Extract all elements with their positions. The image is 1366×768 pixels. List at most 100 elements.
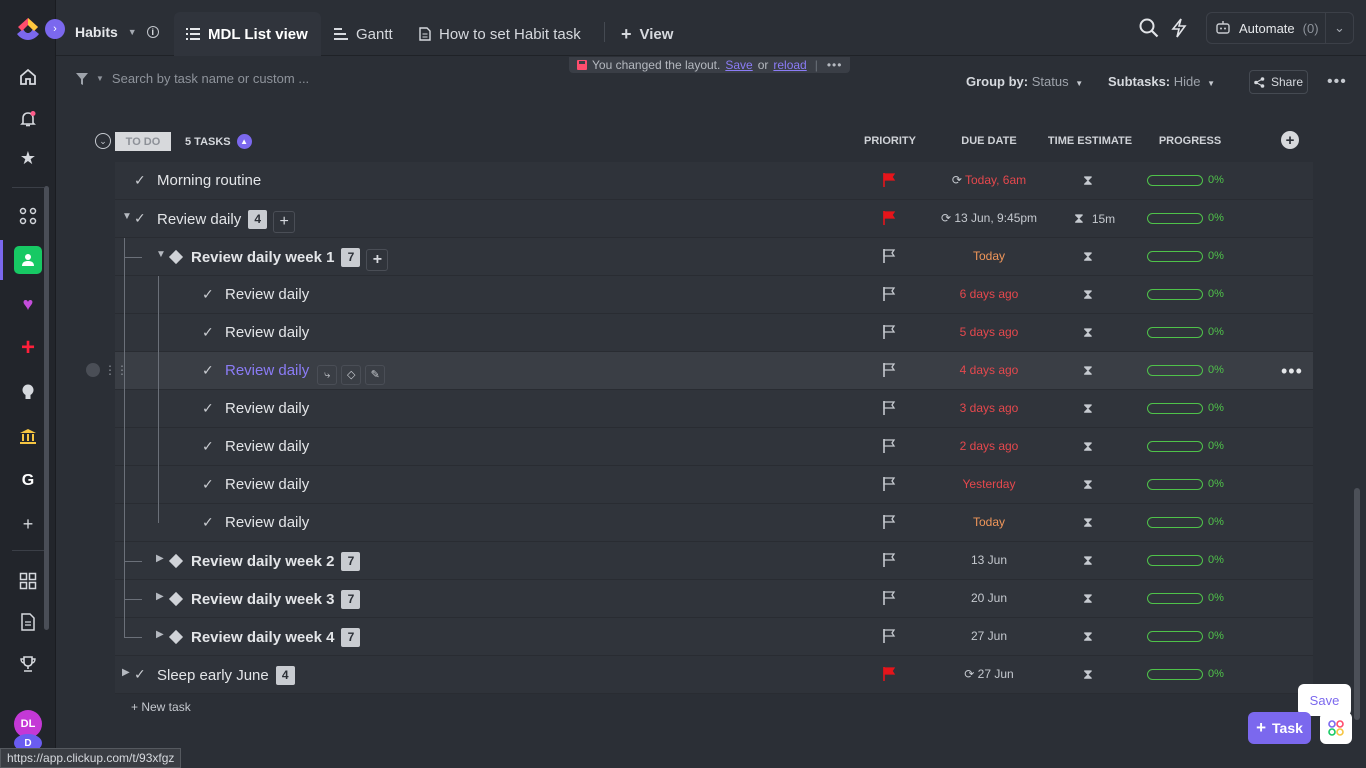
more-options-icon[interactable]: •••: [1327, 73, 1347, 91]
priority-flag-icon[interactable]: [882, 400, 896, 416]
milestone-diamond-icon[interactable]: [168, 553, 184, 569]
notice-more-icon[interactable]: •••: [827, 58, 843, 72]
chevron-right-icon[interactable]: ▶: [156, 629, 164, 640]
time-estimate[interactable]: ⧗: [1083, 476, 1093, 493]
subtasks-control[interactable]: Subtasks: Hide ▼: [1108, 74, 1215, 89]
time-estimate[interactable]: ⧗: [1083, 590, 1093, 607]
tab-gantt[interactable]: Gantt: [322, 12, 405, 56]
priority-flag-icon[interactable]: [882, 552, 896, 568]
chevron-right-icon[interactable]: ▶: [122, 667, 130, 678]
space-lightbulb-icon[interactable]: [14, 378, 42, 406]
add-space-icon[interactable]: +: [14, 510, 42, 538]
checkmark-status-icon[interactable]: ✓: [202, 286, 214, 303]
search-input[interactable]: [111, 71, 332, 86]
time-estimate[interactable]: ⧗: [1083, 248, 1093, 265]
time-estimate[interactable]: ⧗: [1083, 324, 1093, 341]
due-date[interactable]: Today: [930, 249, 1048, 263]
task-row[interactable]: ✓ Review daily 5 days ago ⧗ 0%: [115, 314, 1313, 352]
priority-flag-icon[interactable]: [882, 514, 896, 530]
task-row[interactable]: ▶ ✓ Sleep early June 4 ⟳ 27 Jun ⧗ 0%: [115, 656, 1313, 694]
due-date[interactable]: 4 days ago: [930, 363, 1048, 377]
column-header-due-date[interactable]: DUE DATE: [950, 135, 1028, 147]
column-header-priority[interactable]: PRIORITY: [860, 135, 920, 147]
time-estimate[interactable]: ⧗: [1083, 438, 1093, 455]
tag-icon[interactable]: ◇: [341, 365, 362, 385]
checkmark-status-icon[interactable]: ✓: [134, 210, 146, 227]
task-row[interactable]: ✓ Review daily Today ⧗ 0%: [115, 504, 1313, 542]
new-task-button[interactable]: + New task: [131, 700, 191, 714]
milestone-diamond-icon[interactable]: [168, 249, 184, 265]
priority-flag-icon[interactable]: [882, 248, 896, 264]
chevron-right-icon[interactable]: ▶: [156, 591, 164, 602]
task-name[interactable]: Review daily: [225, 286, 309, 303]
due-date[interactable]: ⟳ 27 Jun: [930, 667, 1048, 681]
priority-flag-icon[interactable]: [882, 210, 896, 226]
checkmark-status-icon[interactable]: ✓: [202, 400, 214, 417]
time-estimate[interactable]: ⧗: [1083, 362, 1093, 379]
task-row[interactable]: ▶ Review daily week 2 7 13 Jun ⧗ 0%: [115, 542, 1313, 580]
due-date[interactable]: Today: [930, 515, 1048, 529]
home-icon[interactable]: [14, 63, 42, 91]
info-icon[interactable]: i: [146, 26, 159, 38]
time-estimate[interactable]: ⧗: [1083, 552, 1093, 569]
add-column-button[interactable]: +: [1281, 131, 1299, 149]
row-more-options-icon[interactable]: •••: [1281, 361, 1303, 382]
collapse-group-icon[interactable]: ⌄: [95, 133, 111, 149]
task-name[interactable]: Review daily week 1 7 +: [191, 248, 389, 271]
goals-trophy-icon[interactable]: [14, 650, 42, 678]
task-name[interactable]: Review daily: [225, 514, 309, 531]
due-date[interactable]: 20 Jun: [930, 591, 1048, 605]
subtask-count-badge[interactable]: 7: [341, 590, 361, 609]
subtask-count-badge[interactable]: 4: [248, 210, 268, 229]
chevron-down-icon[interactable]: ▼: [122, 211, 132, 222]
chevron-down-icon[interactable]: ⌄: [1325, 13, 1353, 43]
task-row[interactable]: ▶ Review daily week 3 7 20 Jun ⧗ 0%: [115, 580, 1313, 618]
lightning-icon[interactable]: [1167, 16, 1191, 40]
time-estimate[interactable]: ⧗: [1083, 172, 1093, 189]
due-date[interactable]: ⟳ 13 Jun, 9:45pm: [930, 211, 1048, 225]
new-task-fab[interactable]: + Task: [1248, 712, 1311, 744]
favorites-star-icon[interactable]: ★: [14, 144, 42, 172]
tab-mdl-list-view[interactable]: MDL List view: [174, 12, 321, 56]
select-row-circle[interactable]: [86, 363, 100, 377]
chevron-down-icon[interactable]: ▼: [96, 74, 104, 83]
checkmark-status-icon[interactable]: ✓: [202, 362, 214, 379]
space-g-icon[interactable]: G: [14, 467, 42, 495]
add-subtask-button[interactable]: +: [366, 249, 389, 271]
task-name[interactable]: Review daily week 3 7: [191, 590, 361, 609]
due-date[interactable]: 2 days ago: [930, 439, 1048, 453]
subtask-count-badge[interactable]: 7: [341, 628, 361, 647]
task-row[interactable]: ▼ ✓ Review daily 4 + ⟳ 13 Jun, 9:45pm ⧗ 15m 0%: [115, 200, 1313, 238]
add-subtask-button[interactable]: +: [273, 211, 296, 233]
edit-pencil-icon[interactable]: ✎: [365, 365, 386, 385]
time-estimate[interactable]: ⧗: [1083, 400, 1093, 417]
add-view-button[interactable]: + View: [609, 12, 685, 56]
task-row[interactable]: ✓ Review daily ⤷ ◇ ✎ 4 days ago ⧗ 0% •••: [115, 352, 1313, 390]
subtask-count-badge[interactable]: 7: [341, 248, 361, 267]
task-name[interactable]: Review daily: [225, 476, 309, 493]
sidebar-scrollbar[interactable]: [44, 186, 49, 630]
dashboards-icon[interactable]: [14, 567, 42, 595]
group-by-control[interactable]: Group by: Status ▼: [966, 74, 1083, 89]
task-name[interactable]: Review daily: [225, 324, 309, 341]
share-button[interactable]: Share: [1249, 70, 1308, 94]
row-drag-handle[interactable]: ⋮⋮: [86, 363, 128, 377]
priority-flag-icon[interactable]: [882, 324, 896, 340]
notifications-bell-icon[interactable]: [14, 105, 42, 133]
subtask-branch-icon[interactable]: ⤷: [317, 365, 338, 385]
apps-grid-button[interactable]: [1320, 712, 1352, 744]
checkmark-status-icon[interactable]: ✓: [202, 438, 214, 455]
collapse-arrow-up-icon[interactable]: ▲: [236, 134, 252, 149]
priority-flag-icon[interactable]: [882, 438, 896, 454]
task-name[interactable]: Review daily ⤷ ◇ ✎: [225, 362, 386, 385]
tab-how-to-set-habit-task[interactable]: How to set Habit task: [407, 12, 593, 56]
space-heart-icon[interactable]: ♥: [14, 290, 42, 318]
milestone-diamond-icon[interactable]: [168, 591, 184, 607]
drag-grip-icon[interactable]: ⋮⋮: [104, 363, 128, 377]
due-date[interactable]: 6 days ago: [930, 287, 1048, 301]
spaces-grid-icon[interactable]: [14, 202, 42, 230]
time-estimate[interactable]: ⧗: [1083, 666, 1093, 683]
space-health-cross-icon[interactable]: +: [14, 334, 42, 362]
clickup-logo-icon[interactable]: [13, 12, 43, 44]
search-icon[interactable]: [1137, 16, 1161, 40]
